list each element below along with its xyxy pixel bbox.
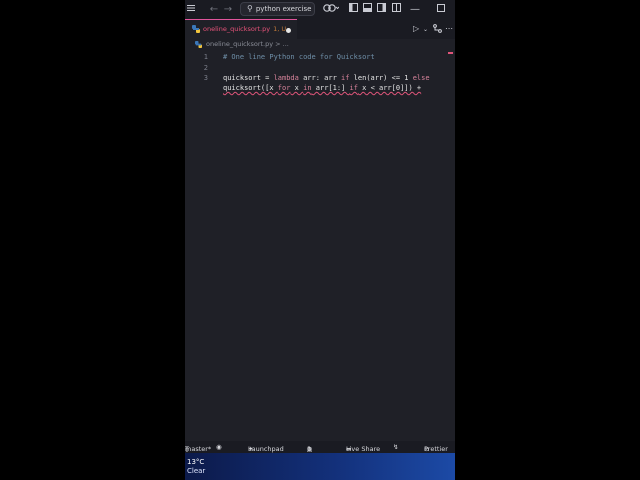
branch-label: master* xyxy=(185,445,212,453)
launchpad-label: Launchpad xyxy=(248,445,284,453)
breadcrumb-path[interactable]: oneline_quicksort.py > ... xyxy=(206,40,289,48)
python-file-icon xyxy=(192,25,200,33)
copilot-status-icon[interactable]: ↯ xyxy=(393,443,398,451)
prettier-label: Prettier xyxy=(424,445,448,453)
line-number: 2 xyxy=(203,64,208,72)
code-line-3-part-2[interactable]: quicksort([x for x in arr[1:] if x < arr… xyxy=(223,84,421,92)
open-changes-icon[interactable] xyxy=(433,24,442,36)
toggle-panel-icon[interactable] xyxy=(362,3,372,16)
live-share-label: Live Share xyxy=(346,445,381,453)
breadcrumb[interactable]: oneline_quicksort.py > ... xyxy=(185,39,455,51)
minimize-icon[interactable]: — xyxy=(410,3,420,16)
search-icon: ⚲ xyxy=(247,4,253,13)
toggle-secondary-sidebar-icon[interactable] xyxy=(376,3,386,16)
run-dropdown-chevron-icon[interactable]: ⌄ xyxy=(423,25,428,35)
line-number: 1 xyxy=(203,53,208,61)
eye-icon[interactable]: ◉ xyxy=(216,443,222,451)
copilot-icon[interactable] xyxy=(322,3,340,16)
code-line-3-part-1[interactable]: quicksort = lambda arr: arr if len(arr) … xyxy=(223,74,430,82)
tab-oneline-quicksort[interactable]: oneline_quicksort.py 1, U xyxy=(185,19,297,39)
unsaved-dot-icon[interactable] xyxy=(286,28,291,33)
toggle-primary-sidebar-icon[interactable] xyxy=(348,3,358,16)
tab-bar: oneline_quicksort.py 1, U ▷ ⌄ ⋯ xyxy=(185,19,455,39)
arrow-right-icon[interactable]: → xyxy=(223,3,233,16)
warning-count: 0 xyxy=(307,445,312,453)
run-python-icon[interactable]: ▷ xyxy=(413,24,419,34)
maximize-icon[interactable] xyxy=(436,3,446,16)
search-text: python exercise xyxy=(255,5,312,13)
code-editor[interactable]: 1 # One line Python code for Quicksort 2… xyxy=(185,51,455,441)
scrollbar-error-marker xyxy=(448,52,453,54)
tab-filename: oneline_quicksort.py xyxy=(203,25,271,33)
customize-layout-icon[interactable] xyxy=(391,3,401,16)
command-center-search[interactable]: ⚲ python exercise xyxy=(240,2,315,16)
line-number: 3 xyxy=(203,74,208,82)
vscode-window: ← → ⚲ python exercise — oneline_quicksort… xyxy=(185,0,455,480)
weather-temperature[interactable]: 13°C xyxy=(187,458,204,466)
hamburger-menu-icon[interactable] xyxy=(186,3,196,16)
code-line-comment[interactable]: # One line Python code for Quicksort xyxy=(223,53,375,61)
tab-status: 1, U xyxy=(273,25,287,33)
python-file-icon xyxy=(195,41,202,48)
windows-taskbar: 13°C Clear xyxy=(185,453,455,480)
weather-condition[interactable]: Clear xyxy=(187,467,205,475)
status-bar: Ṯ master* ◉ ✦ Launchpad ⊗ 1 △ 0 ➦ Live S… xyxy=(185,441,455,453)
arrow-left-icon[interactable]: ← xyxy=(209,3,219,16)
title-bar: ← → ⚲ python exercise — xyxy=(185,0,455,19)
more-actions-icon[interactable]: ⋯ xyxy=(445,24,453,34)
